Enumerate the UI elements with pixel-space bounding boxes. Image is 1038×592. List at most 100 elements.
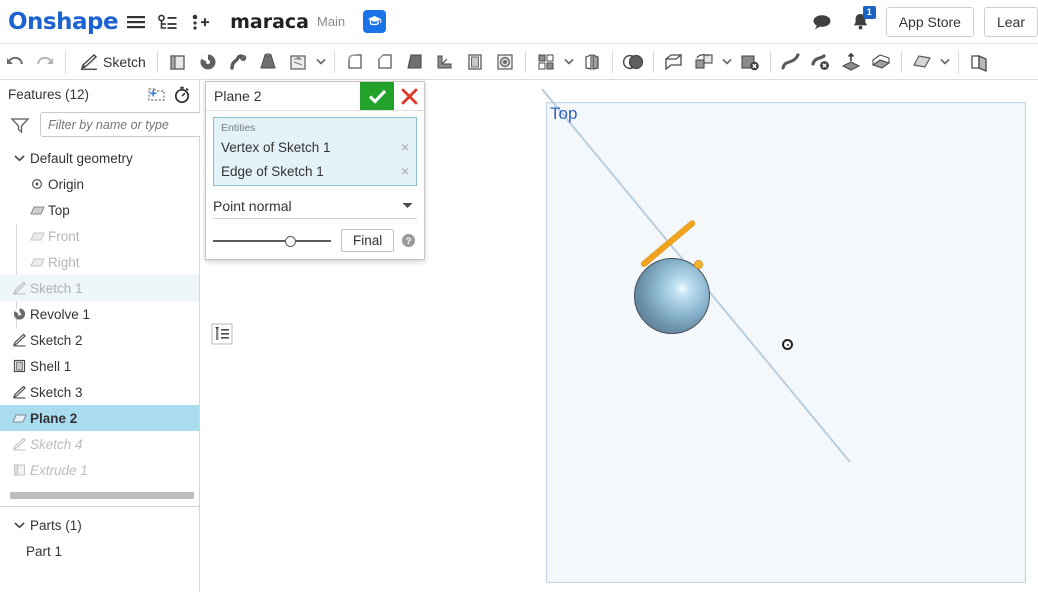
plane-quality-slider[interactable] xyxy=(213,233,331,249)
origin-point-icon[interactable] xyxy=(782,339,793,350)
graduation-cap-icon[interactable] xyxy=(363,10,387,33)
redo-arrow-icon[interactable] xyxy=(30,47,60,77)
sweep-icon[interactable] xyxy=(223,47,253,77)
plane-icon xyxy=(26,230,48,243)
tree-item-extrude-1[interactable]: Extrude 1 xyxy=(0,457,199,483)
final-button[interactable]: Final xyxy=(341,229,395,252)
tree-item-right[interactable]: Right xyxy=(0,249,199,275)
tree-item-label: Sketch 4 xyxy=(30,436,83,452)
tree-item-sketch-4[interactable]: Sketch 4 xyxy=(0,431,199,457)
sketch-icon xyxy=(8,385,30,399)
tree-item-shell-1[interactable]: Shell 1 xyxy=(0,353,199,379)
revolve-icon[interactable] xyxy=(193,47,223,77)
entity-label: Vertex of Sketch 1 xyxy=(221,139,331,155)
extrude-icon[interactable] xyxy=(163,47,193,77)
loft-icon[interactable] xyxy=(253,47,283,77)
new-folder-icon[interactable] xyxy=(147,86,165,102)
tree-item-sketch-1[interactable]: Sketch 1 xyxy=(0,275,199,301)
chevron-down-icon[interactable] xyxy=(313,47,329,77)
chevron-down-icon[interactable] xyxy=(719,47,735,77)
undo-arrow-icon[interactable] xyxy=(0,47,30,77)
plane-type-select[interactable]: Point normal xyxy=(213,193,417,219)
hole-icon[interactable] xyxy=(490,47,520,77)
tree-item-label: Extrude 1 xyxy=(30,462,88,478)
remove-entity-icon[interactable]: × xyxy=(398,139,412,155)
tree-item-label: Sketch 3 xyxy=(30,384,83,400)
delete-part-icon[interactable] xyxy=(735,47,765,77)
notification-bell-icon[interactable]: 1 xyxy=(846,5,876,36)
chevron-down-icon[interactable] xyxy=(937,47,953,77)
tree-item-label: Right xyxy=(48,254,80,270)
cancel-button[interactable] xyxy=(394,82,424,110)
top-bar-right: 1 App Store Lear xyxy=(804,0,1038,43)
mirror-icon[interactable] xyxy=(577,47,607,77)
tree-item-revolve-1[interactable]: Revolve 1 xyxy=(0,301,199,327)
tree-item-top[interactable]: Top xyxy=(0,197,199,223)
draft-icon[interactable] xyxy=(400,47,430,77)
slider-knob[interactable] xyxy=(285,235,296,247)
chevron-down-icon[interactable] xyxy=(402,202,413,209)
toolbar-divider xyxy=(333,50,335,73)
funnel-filter-icon[interactable] xyxy=(10,116,30,134)
accept-button[interactable] xyxy=(360,82,394,110)
tree-item-front[interactable]: Front xyxy=(0,223,199,249)
add-node-icon[interactable] xyxy=(186,8,214,36)
chevron-down-icon[interactable] xyxy=(561,47,577,77)
dialog-header: Plane 2 xyxy=(206,82,424,111)
split-icon[interactable] xyxy=(659,47,689,77)
part-sphere-body[interactable] xyxy=(634,258,710,334)
remove-entity-icon[interactable]: × xyxy=(398,163,412,179)
stopwatch-icon[interactable] xyxy=(173,86,191,103)
sheet-metal-icon[interactable] xyxy=(964,47,994,77)
help-question-icon[interactable]: ? xyxy=(401,233,416,248)
filter-row xyxy=(0,108,219,143)
rib-icon[interactable] xyxy=(430,47,460,77)
app-store-button[interactable]: App Store xyxy=(885,6,974,37)
chamfer-icon[interactable] xyxy=(370,47,400,77)
tree-group-default-geometry[interactable]: Default geometry xyxy=(0,145,199,171)
chevron-down-icon[interactable] xyxy=(8,521,30,529)
entity-item-vertex[interactable]: Vertex of Sketch 1 × xyxy=(214,135,416,159)
transform-icon[interactable] xyxy=(689,47,719,77)
origin-icon xyxy=(26,178,48,190)
entity-item-edge[interactable]: Edge of Sketch 1 × xyxy=(214,159,416,183)
delete-face-icon[interactable] xyxy=(806,47,836,77)
tree-item-part-1[interactable]: Part 1 xyxy=(0,538,200,564)
feature-list-icon[interactable] xyxy=(208,320,236,348)
tree-group-label: Default geometry xyxy=(30,150,133,166)
rollback-bar[interactable] xyxy=(10,492,194,499)
toolbar-divider xyxy=(65,50,66,73)
boolean-icon[interactable] xyxy=(618,47,648,77)
shell-icon[interactable] xyxy=(460,47,490,77)
onshape-logo[interactable]: Onshape xyxy=(8,9,119,35)
feature-toolbar: Sketch xyxy=(0,44,1038,80)
comment-bubble-icon[interactable] xyxy=(808,8,836,36)
fillet-icon[interactable] xyxy=(340,47,370,77)
document-title[interactable]: maraca xyxy=(230,11,309,33)
plane-icon[interactable] xyxy=(907,47,937,77)
tree-item-sketch-2[interactable]: Sketch 2 xyxy=(0,327,199,353)
enclose-icon[interactable] xyxy=(866,47,896,77)
chevron-down-icon[interactable] xyxy=(8,154,30,162)
curves-icon[interactable] xyxy=(776,47,806,77)
hamburger-menu-icon[interactable] xyxy=(122,8,150,36)
linear-pattern-icon[interactable] xyxy=(531,47,561,77)
top-bar: Onshape maraca Main 1 App Store Lear xyxy=(0,0,1038,44)
learn-button[interactable]: Lear xyxy=(983,6,1038,37)
plane-label: Top xyxy=(550,104,578,123)
tree-item-origin[interactable]: Origin xyxy=(0,171,199,197)
tree-group-parts[interactable]: Parts (1) xyxy=(0,512,200,538)
plane-icon xyxy=(26,204,48,217)
tree-item-plane-2[interactable]: Plane 2 xyxy=(0,405,199,431)
version-graph-icon[interactable] xyxy=(154,8,182,36)
filter-input[interactable] xyxy=(40,112,219,137)
entities-selection-box[interactable]: Entities Vertex of Sketch 1 × Edge of Sk… xyxy=(213,117,417,186)
tree-item-label: Top xyxy=(48,202,70,218)
tree-item-label: Plane 2 xyxy=(30,410,78,426)
sketch-button[interactable]: Sketch xyxy=(71,47,152,77)
selected-vertex-highlight[interactable] xyxy=(694,260,703,269)
move-face-icon[interactable] xyxy=(836,47,866,77)
thicken-icon[interactable] xyxy=(283,47,313,77)
tree-item-sketch-3[interactable]: Sketch 3 xyxy=(0,379,199,405)
sidebar-divider xyxy=(0,506,200,507)
